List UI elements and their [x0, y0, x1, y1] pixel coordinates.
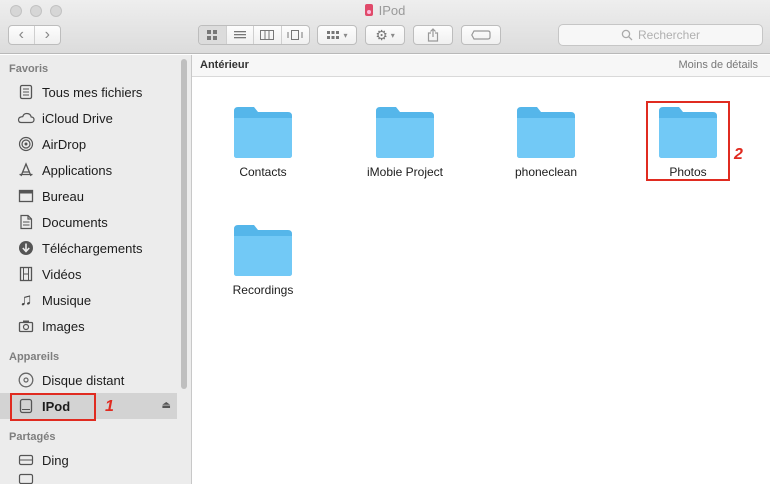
- music-icon: ♫: [19, 290, 33, 309]
- action-menu-button[interactable]: ⚙ ▾: [365, 25, 405, 45]
- folder-label: phoneclean: [514, 165, 578, 179]
- eject-icon[interactable]: ⏏: [162, 400, 171, 411]
- less-details-button[interactable]: Moins de détails: [679, 59, 759, 71]
- list-icon: [233, 31, 246, 39]
- folder-icon: [376, 107, 434, 158]
- folder-label: Recordings: [232, 283, 294, 297]
- sidebar-item-label: Musique: [42, 292, 92, 308]
- folder-icon: [234, 225, 292, 276]
- callout-box-2: [646, 101, 730, 181]
- folder-imobie-project[interactable]: iMobie Project: [340, 105, 470, 179]
- tag-icon: [471, 30, 491, 40]
- sidebar-scrollbar[interactable]: [177, 55, 191, 484]
- sidebar-item-label: Documents: [42, 214, 108, 230]
- sidebar-item-label: Ding: [42, 452, 69, 468]
- folder-icon: [234, 107, 292, 158]
- sidebar-item-airdrop[interactable]: AirDrop: [0, 131, 177, 157]
- section-devices: Appareils: [9, 351, 60, 363]
- sidebar-item-music[interactable]: ♫ Musique: [0, 287, 177, 313]
- grid-icon: [207, 30, 218, 40]
- sidebar-item-label: Disque distant: [42, 372, 125, 388]
- back-path-label[interactable]: Antérieur: [200, 59, 249, 71]
- sidebar-item-images[interactable]: Images: [0, 313, 177, 339]
- window-toolbar: IPod ‹ › ▾ ⚙ ▾ Rechercher: [0, 0, 770, 54]
- sidebar-item-label: iCloud Drive: [42, 110, 113, 126]
- chevron-down-icon: ▾: [343, 30, 348, 40]
- path-bar: Antérieur Moins de détails: [192, 55, 770, 77]
- gear-icon: ⚙: [375, 26, 388, 43]
- callout-number-2: 2: [734, 146, 743, 163]
- folder-contacts[interactable]: Contacts: [198, 105, 328, 179]
- ipod-icon: [364, 4, 373, 16]
- window-title: IPod: [0, 3, 770, 18]
- sidebar-item-ding[interactable]: Ding: [0, 447, 177, 473]
- coverflow-view-button[interactable]: [282, 26, 309, 44]
- sidebar-item-label: Téléchargements: [42, 240, 143, 256]
- server-icon: [17, 473, 35, 484]
- view-mode-selector: [198, 25, 310, 45]
- arrange-icon: [327, 31, 340, 39]
- search-icon: [621, 29, 633, 41]
- back-button[interactable]: ‹: [9, 26, 35, 44]
- column-view-button[interactable]: [254, 26, 282, 44]
- callout-box-1: [10, 393, 96, 421]
- sidebar-item-downloads[interactable]: Téléchargements: [0, 235, 177, 261]
- share-icon: [427, 28, 439, 42]
- all-files-icon: [17, 83, 35, 101]
- window-title-text: IPod: [378, 3, 406, 18]
- server-icon: [17, 451, 35, 469]
- sidebar-item-all-files[interactable]: Tous mes fichiers: [0, 79, 177, 105]
- chevron-right-icon: ›: [44, 26, 50, 43]
- sidebar-item-label: Applications: [42, 162, 113, 178]
- sidebar-item-cut-off[interactable]: [0, 473, 177, 484]
- sidebar-item-applications[interactable]: Applications: [0, 157, 177, 183]
- chevron-left-icon: ‹: [18, 26, 24, 43]
- sidebar-item-label: Images: [42, 318, 85, 334]
- arrange-button[interactable]: ▾: [317, 25, 357, 45]
- history-nav: ‹ ›: [8, 25, 61, 45]
- list-view-button[interactable]: [227, 26, 254, 44]
- folder-phoneclean[interactable]: phoneclean: [481, 105, 611, 179]
- cloud-icon: [17, 109, 35, 127]
- sidebar-item-label: Vidéos: [42, 266, 82, 282]
- sidebar-item-icloud[interactable]: iCloud Drive: [0, 105, 177, 131]
- sidebar-item-documents[interactable]: Documents: [0, 209, 177, 235]
- scrollbar-thumb[interactable]: [181, 59, 187, 389]
- document-icon: [17, 213, 35, 231]
- desktop-icon: [17, 187, 35, 205]
- coverflow-icon: [287, 30, 303, 40]
- download-icon: [17, 239, 35, 257]
- columns-icon: [260, 30, 275, 40]
- sidebar-item-desktop[interactable]: Bureau: [0, 183, 177, 209]
- tags-button[interactable]: [461, 25, 501, 45]
- disc-icon: [17, 371, 35, 389]
- folder-label: Contacts: [239, 165, 287, 179]
- folder-icon: [517, 107, 575, 158]
- applications-icon: [17, 161, 35, 179]
- airdrop-icon: [17, 135, 35, 153]
- callout-number-1: 1: [105, 398, 114, 415]
- folder-label: iMobie Project: [366, 165, 444, 179]
- search-placeholder: Rechercher: [637, 28, 701, 42]
- sidebar-item-label: Bureau: [42, 188, 84, 204]
- section-shared: Partagés: [9, 431, 56, 443]
- sidebar-item-label: Tous mes fichiers: [42, 84, 143, 100]
- search-field[interactable]: Rechercher: [558, 24, 763, 46]
- chevron-down-icon: ▾: [390, 30, 395, 40]
- folder-recordings[interactable]: Recordings: [198, 223, 328, 297]
- sidebar-item-videos[interactable]: Vidéos: [0, 261, 177, 287]
- icon-view-button[interactable]: [199, 26, 227, 44]
- film-icon: [17, 265, 35, 283]
- sidebar-item-remote-disc[interactable]: Disque distant: [0, 367, 177, 393]
- sidebar-item-label: AirDrop: [42, 136, 87, 152]
- section-favorites: Favoris: [9, 63, 49, 75]
- sidebar-divider[interactable]: [191, 55, 192, 484]
- forward-button[interactable]: ›: [35, 26, 60, 44]
- share-button[interactable]: [413, 25, 453, 45]
- camera-icon: [17, 317, 35, 335]
